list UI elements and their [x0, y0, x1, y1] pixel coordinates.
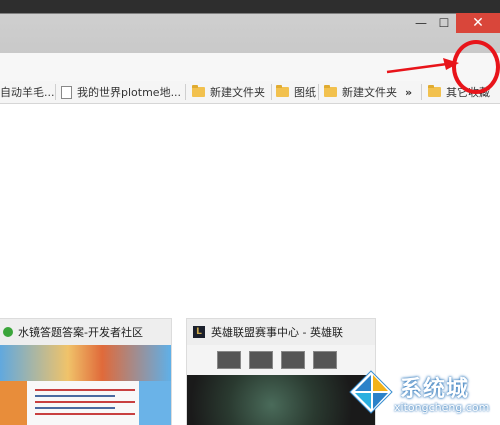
chevron-double-right-icon: » — [405, 85, 413, 99]
divider — [421, 84, 422, 100]
minimize-button[interactable]: — — [410, 13, 432, 33]
bookmark-label: 新建文件夹 — [342, 86, 397, 99]
bookmark-folder[interactable]: 新建文件夹 — [192, 81, 265, 103]
watermark-text: 系统城 — [400, 377, 470, 402]
red-arrow-annotation — [386, 58, 459, 74]
lol-icon: L — [193, 326, 205, 338]
folder-icon — [276, 85, 289, 97]
red-circle-annotation — [452, 40, 500, 94]
bookmark-item[interactable]: 自动羊毛... — [0, 81, 55, 103]
folder-icon — [324, 85, 337, 97]
divider — [271, 84, 272, 100]
diamond-logo-icon — [349, 370, 393, 414]
divider — [185, 84, 186, 100]
bookmark-label: 图纸 — [294, 86, 316, 99]
bookmarks-bar: 自动羊毛... 我的世界plotme地... 新建文件夹 图纸 新建文件夹 » … — [0, 81, 500, 104]
tile-title: 英雄联盟赛事中心 - 英雄联 — [211, 326, 343, 339]
folder-icon — [192, 85, 205, 97]
bookmark-label: 自动羊毛... — [0, 86, 55, 99]
tile-thumbnail — [0, 345, 171, 425]
watermark-url: xitongcheng.com — [394, 401, 490, 414]
tile-header: 水镜答题答案-开发者社区 — [0, 319, 171, 345]
green-dot-icon — [3, 327, 13, 337]
title-bar: — ☐ ✕ — [0, 0, 500, 53]
bookmark-label: 我的世界plotme地... — [77, 86, 182, 99]
bookmark-folder[interactable]: 新建文件夹 — [324, 81, 397, 103]
maximize-button[interactable]: ☐ — [433, 13, 455, 33]
close-button[interactable]: ✕ — [456, 13, 500, 33]
folder-icon — [428, 85, 441, 97]
bookmark-folder[interactable]: 图纸 — [276, 81, 316, 103]
tile-header: L 英雄联盟赛事中心 - 英雄联 — [187, 319, 375, 345]
bookmark-label: 新建文件夹 — [210, 86, 265, 99]
bookmark-item[interactable]: 我的世界plotme地... — [61, 81, 181, 103]
most-visited-tile[interactable]: 水镜答题答案-开发者社区 — [0, 318, 172, 425]
page-icon — [61, 85, 72, 99]
tile-thumbnail — [187, 345, 375, 425]
divider — [55, 84, 56, 100]
divider — [318, 84, 319, 100]
bookmarks-overflow-button[interactable]: » — [405, 81, 412, 103]
tile-title: 水镜答题答案-开发者社区 — [18, 326, 143, 339]
watermark: 系统城 xitongcheng.com — [348, 365, 498, 421]
